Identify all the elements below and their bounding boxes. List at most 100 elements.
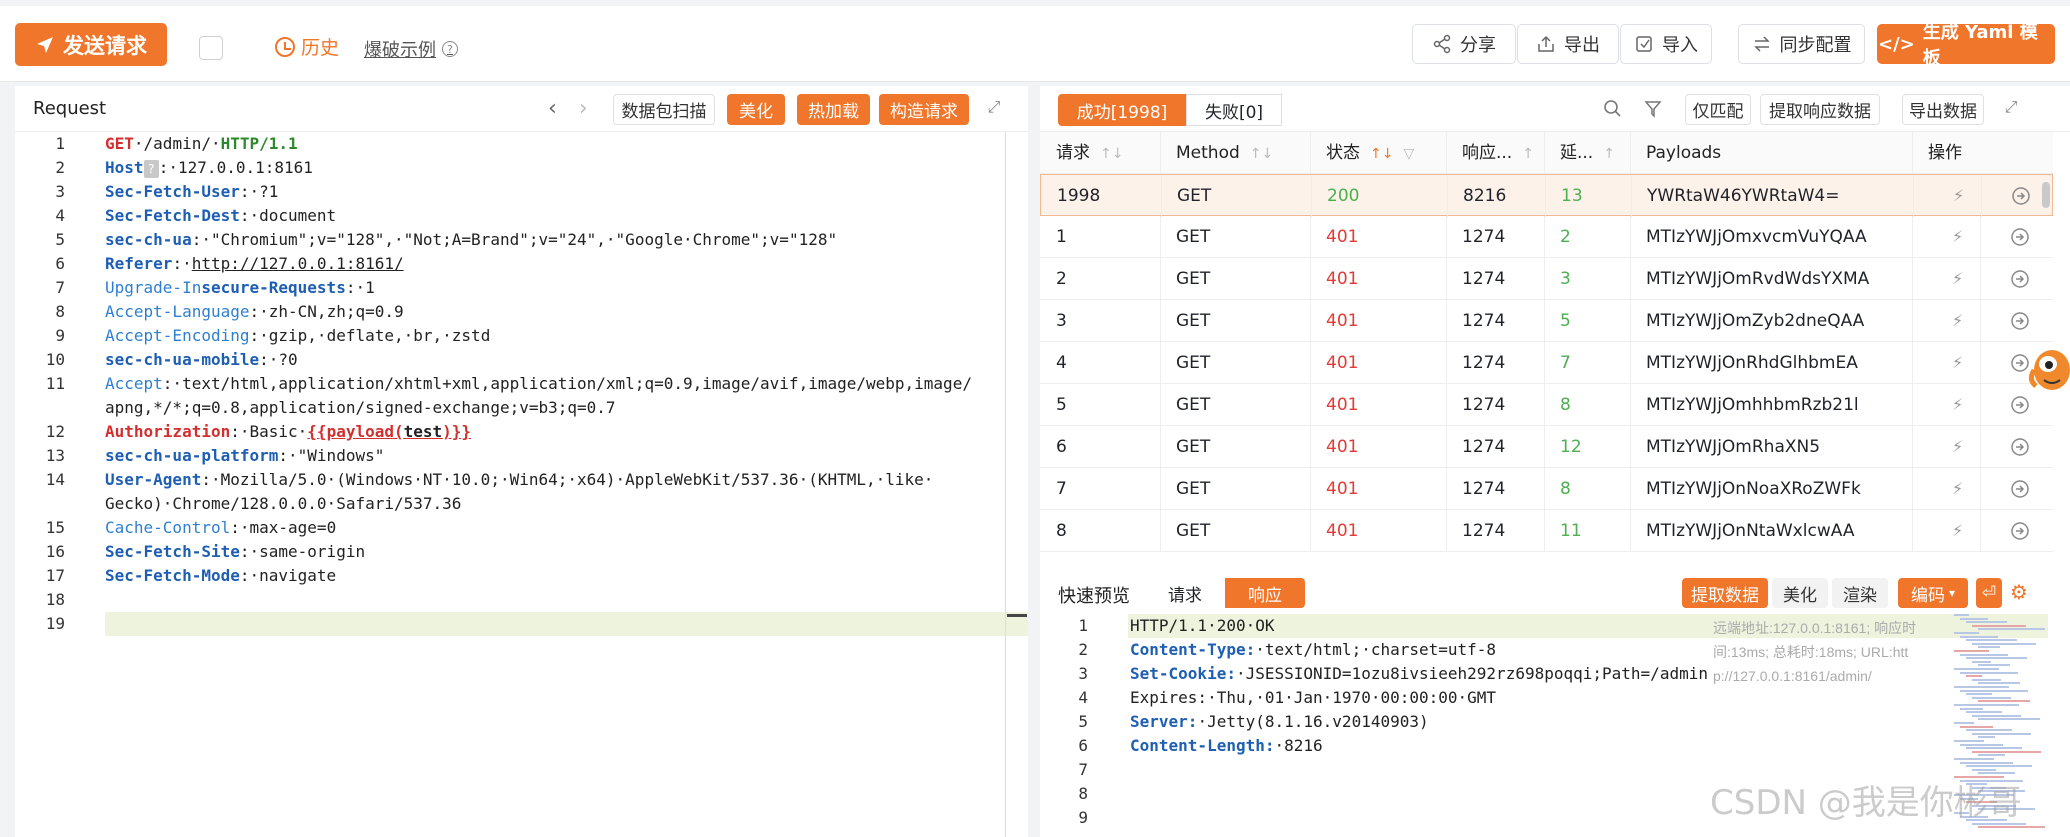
encoding-select[interactable]: 编码 ▾ <box>1898 578 1968 608</box>
lightning-icon[interactable]: ⚡ <box>1953 186 1973 206</box>
tab-request[interactable]: 请求 <box>1145 578 1225 608</box>
column-divider <box>1980 216 1981 258</box>
col-header-size[interactable]: 响应... ↑ <box>1446 132 1544 174</box>
export-button[interactable]: 导出 <box>1517 24 1619 64</box>
minimap-line <box>1960 653 2008 656</box>
arrow-circle-icon[interactable] <box>2010 311 2030 331</box>
request-editor[interactable]: 1 GET·/admin/·HTTP/1.1 2 Host?:·127.0.0.1:… <box>15 132 1028 837</box>
line-number: 7 <box>1078 760 1088 779</box>
cell-size: 1274 <box>1462 269 1506 289</box>
tab-response[interactable]: 响应 <box>1225 578 1305 608</box>
lightning-icon[interactable]: ⚡ <box>1952 311 1972 331</box>
code-text: Expires:·Thu,·01·Jan·1970·00:00:00·GMT <box>1130 688 1497 707</box>
cell-size: 8216 <box>1463 186 1507 206</box>
sync-config-button[interactable]: 同步配置 <box>1738 24 1865 64</box>
arrow-circle-icon[interactable] <box>2011 186 2031 206</box>
tab-success[interactable]: 成功[1998] <box>1058 94 1186 126</box>
prev-arrow-icon[interactable]: ‹ <box>548 96 557 121</box>
table-row[interactable]: 1998 GET 200 8216 13 YWRtaW46YWRtaW4= ⚡ <box>1040 174 2053 217</box>
gear-icon[interactable]: ⚙ <box>2010 580 2028 604</box>
only-match-button[interactable]: 仅匹配 <box>1685 94 1751 125</box>
column-divider <box>1912 510 1913 552</box>
encoding-label: 编码 <box>1910 585 1945 606</box>
render-button[interactable]: 渲染 <box>1832 578 1888 608</box>
history-button[interactable]: 历史 <box>275 33 339 60</box>
minimap-line <box>1966 711 2002 714</box>
import-button[interactable]: 导入 <box>1620 24 1712 64</box>
table-row[interactable]: 4 GET 401 1274 7 MTIzYWJjOnRhdGlhbmEA ⚡ <box>1040 342 2053 384</box>
share-icon <box>1433 34 1451 54</box>
filter-icon[interactable]: ▽ <box>1403 146 1414 162</box>
vertical-scrollbar[interactable] <box>2042 182 2050 208</box>
export-data-button[interactable]: 导出数据 <box>1902 94 1984 125</box>
arrow-circle-icon[interactable] <box>2010 521 2030 541</box>
next-arrow-icon[interactable]: › <box>579 96 588 121</box>
packet-scan-button[interactable]: 数据包扫描 <box>613 94 715 125</box>
arrow-circle-icon[interactable] <box>2010 479 2030 499</box>
lightning-icon[interactable]: ⚡ <box>1952 227 1972 247</box>
share-button[interactable]: 分享 <box>1412 24 1516 64</box>
sync-icon <box>1753 36 1770 52</box>
sort-icon[interactable]: ↑↓ <box>1370 146 1393 162</box>
option-checkbox[interactable] <box>199 36 223 60</box>
hot-reload-button[interactable]: 热加载 <box>797 94 870 125</box>
line-number: 19 <box>45 614 65 633</box>
table-row[interactable]: 7 GET 401 1274 8 MTIzYWJjOnNoaXRoZWFk ⚡ <box>1040 468 2053 510</box>
table-row[interactable]: 5 GET 401 1274 8 MTIzYWJjOmhhbmRzb21l ⚡ <box>1040 384 2053 426</box>
line-number: 8 <box>55 302 65 321</box>
lightning-icon[interactable]: ⚡ <box>1952 395 1972 415</box>
minimap-line <box>1954 632 1979 634</box>
table-row[interactable]: 3 GET 401 1274 5 MTIzYWJjOmZyb2dneQAA ⚡ <box>1040 300 2053 342</box>
wrap-toggle-button[interactable]: ⏎ <box>1976 578 2002 608</box>
response-line: 4 Expires:·Thu,·01·Jan·1970·00:00:00·GMT <box>1040 686 1840 710</box>
sort-icon[interactable]: ↑ <box>1603 146 1615 162</box>
build-request-button[interactable]: 构造请求 <box>879 94 969 125</box>
minimap-line <box>1978 664 2010 667</box>
column-divider <box>1912 300 1913 342</box>
arrow-circle-icon[interactable] <box>2010 395 2030 415</box>
expand-icon[interactable]: ⤢ <box>2002 97 2020 116</box>
arrow-circle-icon[interactable] <box>2010 227 2030 247</box>
line-number: 5 <box>55 230 65 249</box>
sort-icon[interactable]: ↑↓ <box>1100 146 1123 162</box>
code-line: 18 <box>15 588 1005 612</box>
col-header-method[interactable]: Method ↑↓ <box>1160 132 1310 174</box>
filter-icon[interactable] <box>1640 96 1666 122</box>
col-header-payloads[interactable]: Payloads <box>1630 132 1898 174</box>
brute-example-link[interactable]: 爆破示例 ? <box>364 36 458 62</box>
extract-data-button[interactable]: 提取数据 <box>1682 578 1768 608</box>
col-header-delay[interactable]: 延... ↑ <box>1544 132 1630 174</box>
table-row[interactable]: 8 GET 401 1274 11 MTIzYWJjOnNtaWxlcwAA ⚡ <box>1040 510 2053 552</box>
arrow-circle-icon[interactable] <box>2010 437 2030 457</box>
minimap-line <box>1972 678 2001 681</box>
table-row[interactable]: 1 GET 401 1274 2 MTIzYWJjOmxvcmVuYQAA ⚡ <box>1040 216 2053 258</box>
col-header-status[interactable]: 状态 ↑↓ ▽ <box>1310 132 1446 174</box>
search-icon[interactable] <box>1600 96 1626 122</box>
arrow-circle-icon[interactable] <box>2010 353 2030 373</box>
lightning-icon[interactable]: ⚡ <box>1952 269 1972 289</box>
expand-icon[interactable]: ⤢ <box>985 97 1003 116</box>
response-line: 5 Server:·Jetty(8.1.16.v20140903) <box>1040 710 1840 734</box>
editor-divider <box>1005 132 1006 837</box>
generate-yaml-button[interactable]: </> 生成 Yaml 模板 <box>1877 22 2055 69</box>
column-divider <box>1912 342 1913 384</box>
sort-icon[interactable]: ↑↓ <box>1250 146 1273 162</box>
cell-id: 1998 <box>1057 186 1101 206</box>
code-line: 19 <box>15 612 1005 636</box>
lightning-icon[interactable]: ⚡ <box>1952 437 1972 457</box>
cell-status: 401 <box>1326 269 1359 289</box>
tab-fail[interactable]: 失败[0] <box>1186 94 1282 126</box>
lightning-icon[interactable]: ⚡ <box>1952 521 1972 541</box>
lightning-icon[interactable]: ⚡ <box>1952 479 1972 499</box>
send-request-button[interactable]: 发送请求 <box>15 23 167 66</box>
quick-preview-title: 快速预览 <box>1058 586 1130 607</box>
lightning-icon[interactable]: ⚡ <box>1952 353 1972 373</box>
sort-icon[interactable]: ↑ <box>1522 146 1534 162</box>
table-row[interactable]: 2 GET 401 1274 3 MTIzYWJjOmRvdWdsYXMA ⚡ <box>1040 258 2053 300</box>
table-row[interactable]: 6 GET 401 1274 12 MTIzYWJjOmRhaXN5 ⚡ <box>1040 426 2053 468</box>
beautify-response-button[interactable]: 美化 <box>1772 578 1828 608</box>
beautify-button[interactable]: 美化 <box>727 94 785 125</box>
arrow-circle-icon[interactable] <box>2010 269 2030 289</box>
extract-response-button[interactable]: 提取响应数据 <box>1760 94 1880 125</box>
col-header-request[interactable]: 请求 ↑↓ <box>1040 132 1160 174</box>
